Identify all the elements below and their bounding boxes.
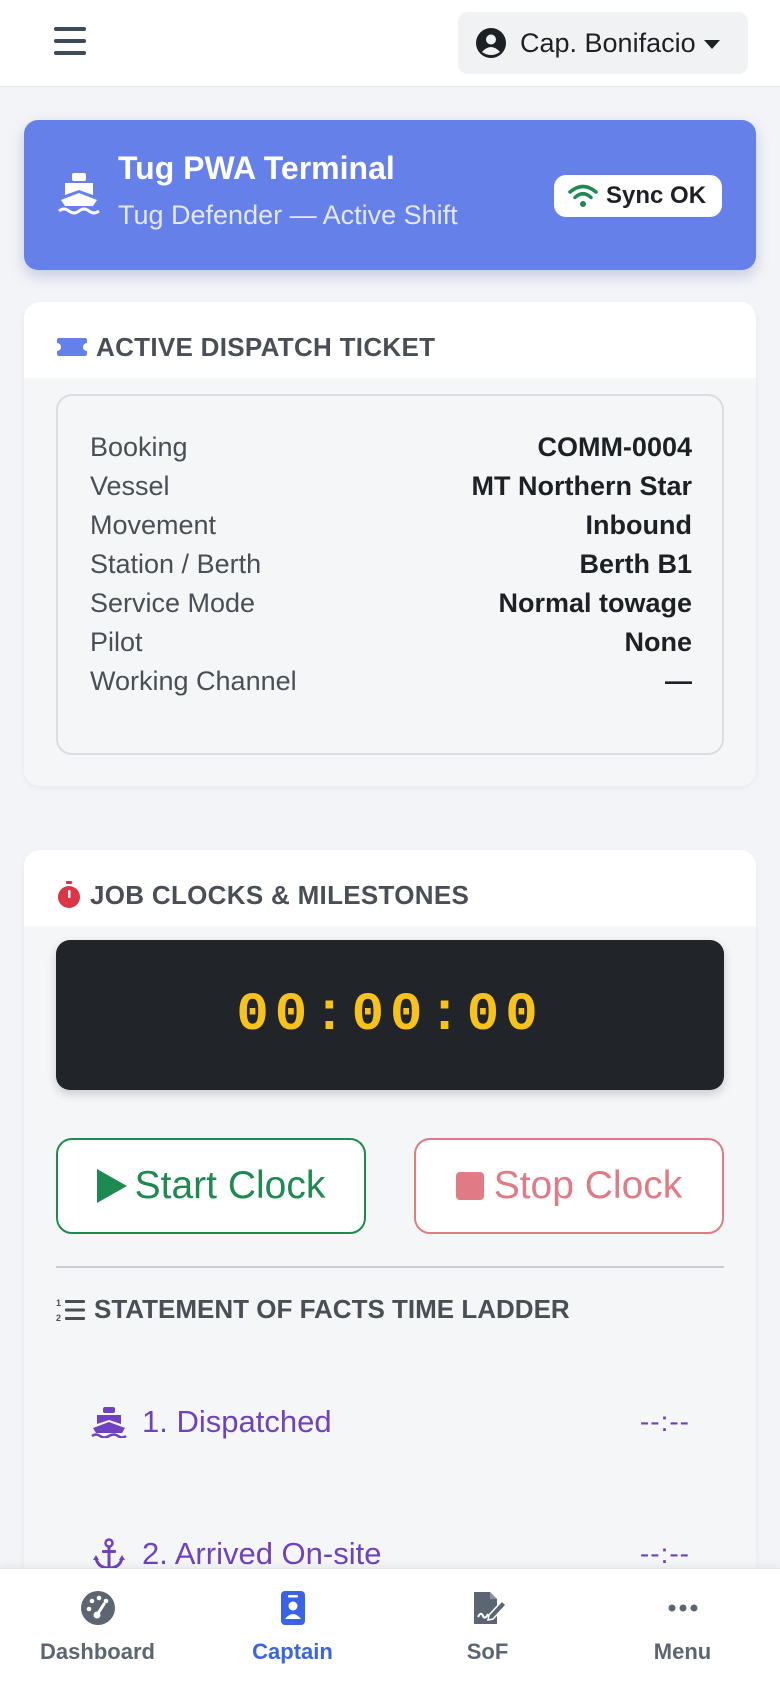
ellipsis-icon <box>668 1604 697 1612</box>
sync-status-badge: Sync OK <box>554 175 723 217</box>
nav-item-label: Dashboard <box>40 1639 155 1664</box>
ladder-item-label: 1. Dispatched <box>142 1404 332 1439</box>
terminal-banner: Tug PWA Terminal Tug Defender — Active S… <box>24 120 756 270</box>
nav-item-label: SoF <box>466 1639 509 1664</box>
ticket-row-label: Movement <box>90 509 217 540</box>
gauge-icon <box>80 1591 115 1625</box>
ticket-row-value: None <box>624 626 693 657</box>
play-icon <box>96 1169 127 1203</box>
stopwatch-icon <box>58 881 80 908</box>
sof-heading: 1 2 STATEMENT OF FACTS TIME LADDER <box>56 1294 570 1325</box>
ticket-row-value: MT Northern Star <box>471 470 692 501</box>
anchor-icon <box>93 1538 125 1570</box>
ticket-heading-text: ACTIVE DISPATCH TICKET <box>96 331 436 362</box>
ticket-row-label: Booking <box>90 431 188 462</box>
ticket-row-label: Vessel <box>90 470 170 501</box>
dispatch-ticket-card: ACTIVE DISPATCH TICKET Booking COMM-0004… <box>24 302 756 786</box>
start-clock-label: Start Clock <box>134 1164 326 1207</box>
ticket-row: Station / Berth Berth B1 <box>90 543 692 585</box>
banner-subtitle: Tug Defender — Active Shift <box>118 200 458 230</box>
nav-item-dashboard[interactable]: Dashboard <box>0 1569 195 1688</box>
ticket-row-label: Service Mode <box>90 587 256 618</box>
ship-icon <box>58 173 100 215</box>
list-ol-icon: 1 2 <box>56 1298 85 1323</box>
nav-item-menu[interactable]: Menu <box>585 1569 780 1688</box>
file-signature-icon <box>473 1592 507 1624</box>
ladder-item-label: 2. Arrived On-site <box>142 1536 382 1571</box>
ticket-row-value: Normal towage <box>498 587 692 618</box>
ticket-row-value: — <box>665 665 692 696</box>
ship-icon <box>91 1407 127 1438</box>
hamburger-icon[interactable] <box>50 24 90 58</box>
bottom-nav: Dashboard Captain SoF Menu <box>0 1568 780 1688</box>
ticket-row: Working Channel — <box>90 660 692 702</box>
ticket-row: Pilot None <box>90 621 692 663</box>
ticket-row: Booking COMM-0004 <box>90 426 692 468</box>
ticket-row-value: Inbound <box>585 509 692 540</box>
chevron-down-icon <box>703 39 720 49</box>
nav-item-label: Captain <box>252 1639 333 1664</box>
stop-clock-label: Stop Clock <box>493 1164 683 1207</box>
divider <box>56 1266 724 1268</box>
id-badge-icon <box>280 1591 305 1625</box>
ladder-item-time: --:-- <box>639 1406 690 1437</box>
start-clock-button[interactable]: Start Clock <box>56 1138 366 1234</box>
user-circle-icon <box>476 28 506 58</box>
ticket-row-value: Berth B1 <box>579 548 692 579</box>
sync-status-label: Sync OK <box>606 182 707 209</box>
ticket-row: Vessel MT Northern Star <box>90 465 692 507</box>
clock-display: 00:00:00 <box>56 940 724 1090</box>
sof-heading-text: STATEMENT OF FACTS TIME LADDER <box>94 1294 570 1324</box>
ticket-row-label: Station / Berth <box>90 548 262 579</box>
ticket-details: Booking COMM-0004 Vessel MT Northern Sta… <box>56 394 724 755</box>
ticket-row-label: Pilot <box>90 626 143 657</box>
ladder-item-dispatched[interactable]: 1. Dispatched --:-- <box>56 1362 724 1482</box>
clock-heading-text: JOB CLOCKS & MILESTONES <box>90 879 470 910</box>
user-menu-button[interactable]: Cap. Bonifacio <box>458 12 748 74</box>
svg-text:2: 2 <box>56 1313 61 1323</box>
ticket-row: Movement Inbound <box>90 504 692 546</box>
ticket-row-label: Working Channel <box>90 665 297 696</box>
nav-item-sof[interactable]: SoF <box>390 1569 585 1688</box>
ticket-icon <box>57 338 87 356</box>
ticket-heading: ACTIVE DISPATCH TICKET <box>24 302 756 378</box>
clock-heading: JOB CLOCKS & MILESTONES <box>24 850 756 926</box>
stop-clock-button[interactable]: Stop Clock <box>414 1138 724 1234</box>
ticket-row: Service Mode Normal towage <box>90 582 692 624</box>
svg-text:1: 1 <box>56 1298 61 1308</box>
top-bar: Cap. Bonifacio <box>0 0 780 87</box>
wifi-icon <box>568 184 598 207</box>
nav-item-label: Menu <box>653 1639 712 1664</box>
ladder-item-time: --:-- <box>639 1538 690 1569</box>
banner-title: Tug PWA Terminal <box>118 150 395 186</box>
ticket-row-value: COMM-0004 <box>537 431 692 462</box>
nav-item-captain[interactable]: Captain <box>195 1569 390 1688</box>
user-name: Cap. Bonifacio <box>520 27 696 58</box>
job-clocks-card: JOB CLOCKS & MILESTONES 00:00:00 Start C… <box>24 850 756 1688</box>
stop-icon <box>455 1172 484 1200</box>
